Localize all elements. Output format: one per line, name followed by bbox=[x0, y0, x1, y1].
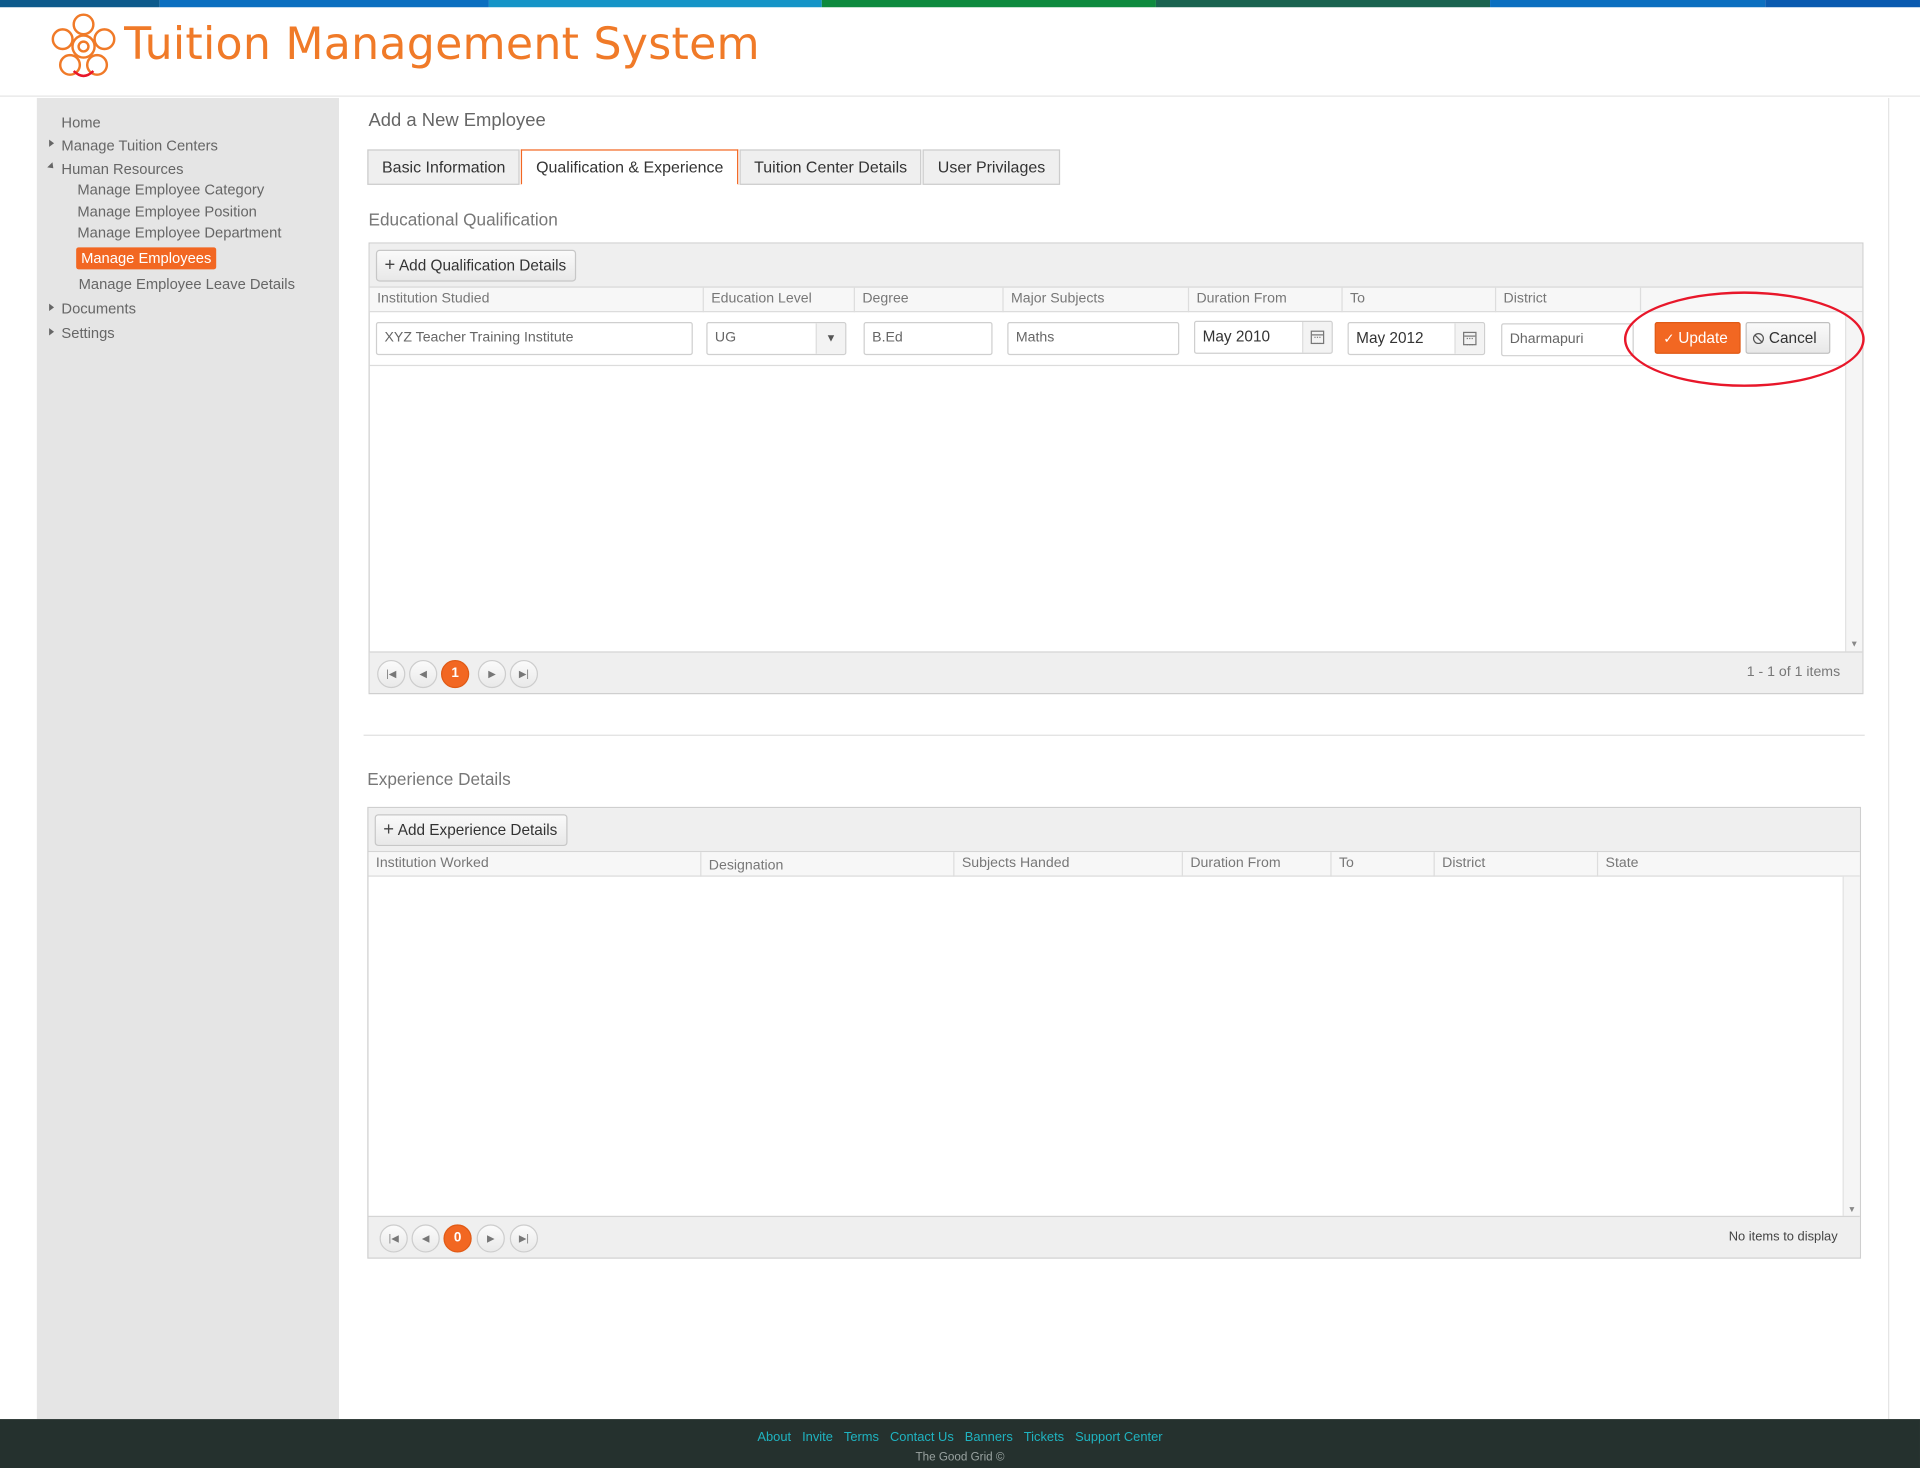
column-header[interactable]: To bbox=[1330, 852, 1433, 877]
top-color-stripe bbox=[0, 0, 1920, 8]
qualification-grid: + Add Qualification Details Institution S… bbox=[368, 242, 1864, 695]
sidebar-nav bbox=[36, 97, 340, 1420]
expand-arrow-icon[interactable] bbox=[49, 139, 55, 147]
footer-link-terms[interactable]: Terms bbox=[844, 1430, 879, 1445]
grid-header: Institution Worked Designation Subjects … bbox=[368, 852, 1860, 877]
footer-link-contact-us[interactable]: Contact Us bbox=[890, 1430, 954, 1445]
grid-toolbar: + Add Experience Details bbox=[368, 808, 1860, 853]
grid-scrollbar[interactable]: ▼ bbox=[1842, 876, 1860, 1218]
sidebar-item-manage-tuition-centers[interactable]: Manage Tuition Centers bbox=[61, 137, 218, 154]
tab-basic-information[interactable]: Basic Information bbox=[367, 149, 521, 185]
tab-tuition-center-details[interactable]: Tuition Center Details bbox=[739, 149, 922, 185]
grid-pager: |◀ ◀ 1 ▶ ▶| 1 - 1 of 1 items bbox=[369, 651, 1863, 694]
last-page-button[interactable]: ▶| bbox=[509, 659, 539, 689]
prev-page-button[interactable]: ◀ bbox=[411, 1224, 440, 1253]
experience-section-title: Experience Details bbox=[367, 768, 511, 789]
current-page-indicator[interactable]: 1 bbox=[440, 659, 470, 689]
footer-copyright: The Good Grid © bbox=[915, 1450, 1005, 1465]
sidebar-item-manage-employee-category[interactable]: Manage Employee Category bbox=[77, 181, 264, 198]
update-button[interactable]: ✓ Update bbox=[1654, 322, 1741, 354]
prev-page-button[interactable]: ◀ bbox=[409, 659, 438, 689]
page-title: Add a New Employee bbox=[368, 110, 546, 132]
column-header-actions bbox=[1639, 287, 1846, 313]
check-icon: ✓ bbox=[1663, 331, 1675, 347]
major-subjects-input[interactable]: Maths bbox=[1007, 322, 1180, 356]
institution-studied-input[interactable]: XYZ Teacher Training Institute bbox=[375, 322, 693, 356]
column-header[interactable]: Major Subjects bbox=[1002, 287, 1187, 313]
sidebar-item-human-resources[interactable]: Human Resources bbox=[61, 160, 183, 177]
expand-arrow-icon[interactable] bbox=[49, 303, 55, 311]
duration-to-datepicker[interactable]: May 2012 bbox=[1347, 322, 1486, 356]
calendar-icon[interactable] bbox=[1454, 323, 1484, 354]
duration-from-datepicker[interactable]: May 2010 bbox=[1194, 320, 1333, 354]
column-header[interactable]: To bbox=[1341, 287, 1495, 313]
pager-info: 1 - 1 of 1 items bbox=[1746, 664, 1841, 680]
next-page-button[interactable]: ▶ bbox=[476, 1224, 505, 1253]
column-header[interactable]: Education Level bbox=[702, 287, 854, 313]
first-page-button[interactable]: |◀ bbox=[379, 1224, 408, 1253]
footer-link-support-center[interactable]: Support Center bbox=[1075, 1430, 1162, 1445]
plus-icon: + bbox=[384, 254, 396, 276]
app-title: Tuition Management System bbox=[124, 19, 760, 70]
last-page-button[interactable]: ▶| bbox=[509, 1224, 539, 1253]
column-header[interactable]: Duration From bbox=[1181, 852, 1331, 877]
expand-arrow-icon[interactable] bbox=[49, 328, 55, 336]
cancel-button[interactable]: Cancel bbox=[1745, 322, 1831, 354]
experience-grid: + Add Experience Details Institution Work… bbox=[367, 806, 1862, 1259]
tab-user-privilages[interactable]: User Privilages bbox=[923, 149, 1060, 185]
qualification-section-title: Educational Qualification bbox=[368, 209, 558, 229]
sidebar-item-home[interactable]: Home bbox=[61, 114, 100, 131]
degree-input[interactable]: B.Ed bbox=[863, 322, 993, 356]
add-qualification-button[interactable]: + Add Qualification Details bbox=[375, 249, 577, 282]
education-level-select[interactable]: UG ▼ bbox=[706, 322, 847, 356]
current-page-indicator[interactable]: 0 bbox=[443, 1224, 472, 1253]
section-divider bbox=[363, 734, 1865, 736]
sidebar-item-documents[interactable]: Documents bbox=[61, 300, 136, 317]
column-header[interactable]: District bbox=[1494, 287, 1640, 313]
cancel-circle-icon bbox=[1752, 333, 1764, 345]
app-logo-icon bbox=[51, 13, 116, 78]
column-header[interactable]: Designation bbox=[700, 852, 953, 877]
sidebar-item-manage-employee-leave-details[interactable]: Manage Employee Leave Details bbox=[79, 275, 295, 292]
calendar-icon[interactable] bbox=[1302, 322, 1332, 353]
column-header[interactable]: Institution Worked bbox=[369, 852, 701, 876]
sidebar-item-manage-employees[interactable]: Manage Employees bbox=[76, 247, 217, 270]
first-page-button[interactable]: |◀ bbox=[377, 659, 406, 689]
tab-strip: Basic Information Qualification & Experi… bbox=[367, 149, 1061, 185]
app-header: Tuition Management System bbox=[0, 7, 1920, 97]
sidebar-item-manage-employee-position[interactable]: Manage Employee Position bbox=[77, 203, 256, 220]
column-header[interactable]: District bbox=[1433, 852, 1597, 877]
footer-link-tickets[interactable]: Tickets bbox=[1024, 1430, 1064, 1445]
column-header[interactable]: Institution Studied bbox=[370, 288, 703, 312]
footer-link-about[interactable]: About bbox=[757, 1430, 791, 1445]
grid-toolbar: + Add Qualification Details bbox=[369, 243, 1863, 288]
grid-scrollbar[interactable]: ▼ bbox=[1845, 312, 1863, 652]
tab-qualification-experience[interactable]: Qualification & Experience bbox=[521, 149, 739, 185]
page-footer: About Invite Terms Contact Us Banners Ti… bbox=[0, 1419, 1920, 1468]
pager-info: No items to display bbox=[1728, 1229, 1838, 1244]
column-header[interactable]: Subjects Handed bbox=[953, 852, 1181, 877]
sidebar-item-settings[interactable]: Settings bbox=[61, 324, 114, 341]
grid-header: Institution Studied Education Level Degr… bbox=[369, 287, 1863, 313]
scroll-down-icon[interactable]: ▼ bbox=[1850, 640, 1859, 649]
next-page-button[interactable]: ▶ bbox=[477, 659, 507, 689]
scroll-down-icon[interactable]: ▼ bbox=[1848, 1206, 1857, 1215]
footer-link-banners[interactable]: Banners bbox=[965, 1430, 1013, 1445]
column-header[interactable]: Degree bbox=[853, 287, 1003, 313]
footer-links: About Invite Terms Contact Us Banners Ti… bbox=[0, 1430, 1920, 1445]
district-input[interactable]: Dharmapuri bbox=[1501, 323, 1634, 357]
grid-pager: |◀ ◀ 0 ▶ ▶| No items to display bbox=[368, 1215, 1860, 1258]
sidebar-item-manage-employee-department[interactable]: Manage Employee Department bbox=[77, 224, 281, 241]
chevron-down-icon[interactable]: ▼ bbox=[815, 323, 846, 354]
add-experience-button[interactable]: + Add Experience Details bbox=[374, 814, 568, 847]
footer-link-invite[interactable]: Invite bbox=[802, 1430, 833, 1445]
plus-icon: + bbox=[383, 819, 395, 840]
column-header[interactable]: Duration From bbox=[1187, 287, 1342, 313]
column-header[interactable]: State bbox=[1596, 852, 1845, 877]
